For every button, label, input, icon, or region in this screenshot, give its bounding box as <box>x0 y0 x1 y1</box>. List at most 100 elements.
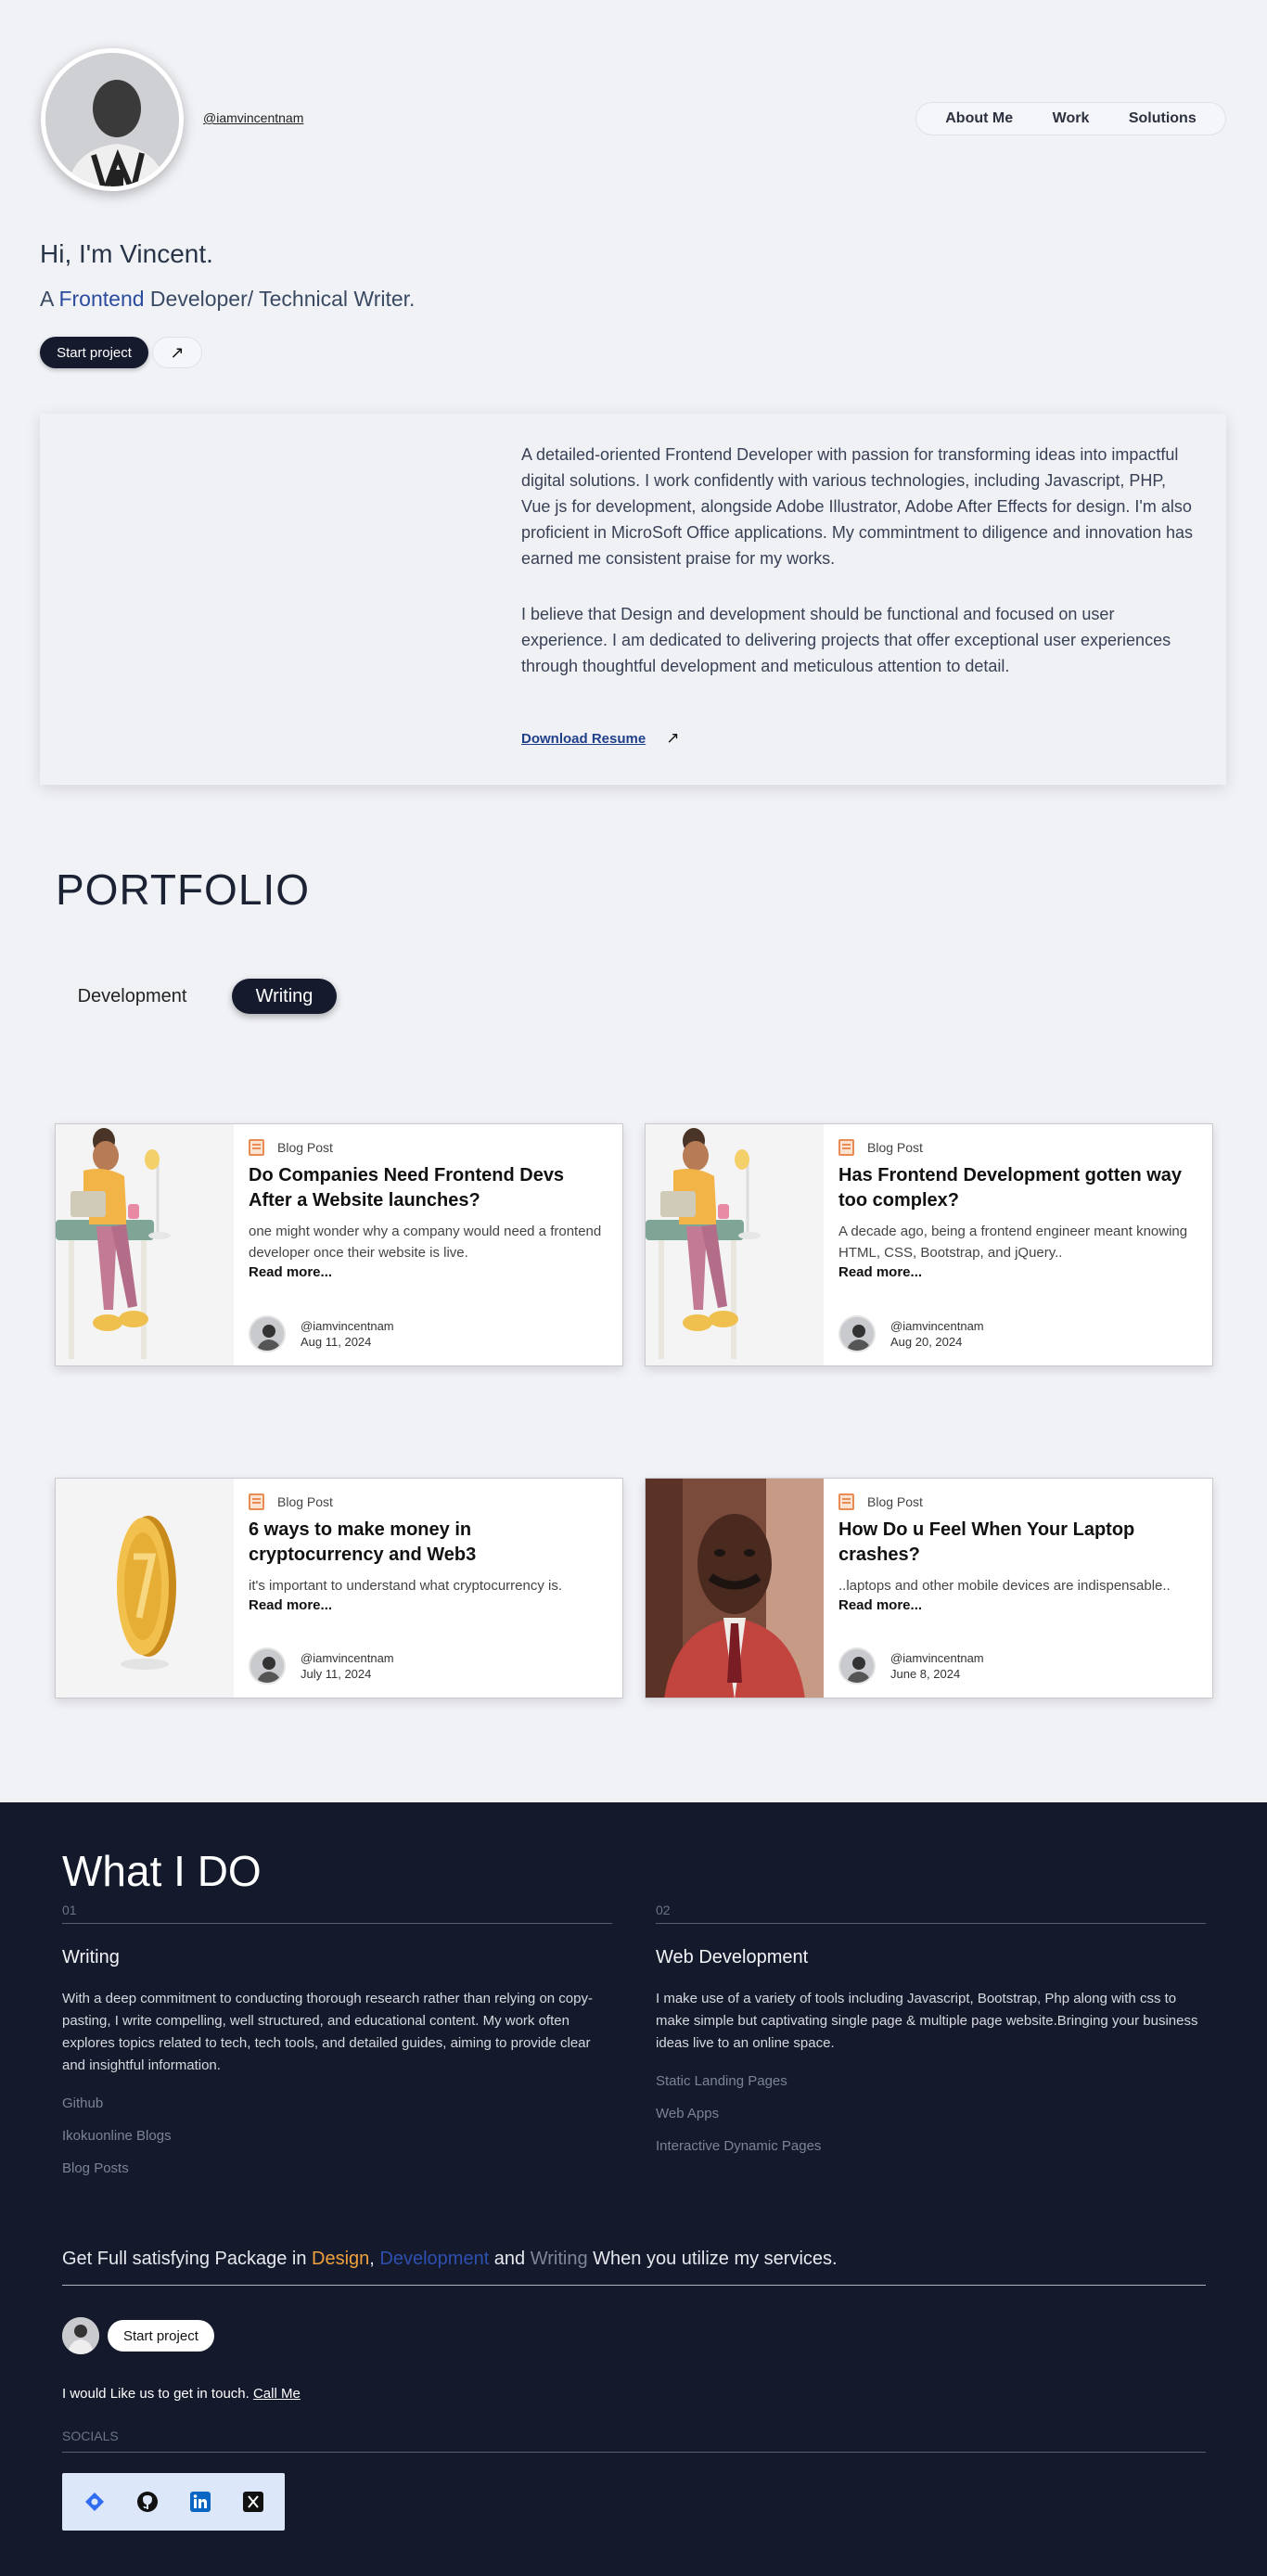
gold-coin-image <box>56 1479 234 1698</box>
post-type-badge: Blog Post <box>249 1139 609 1156</box>
author-avatar <box>249 1647 286 1685</box>
read-more-link[interactable]: Read more... <box>838 1597 1199 1613</box>
package-suffix: When you utilize my services. <box>587 2249 838 2269</box>
service-link-blog-posts[interactable]: Blog Posts <box>62 2160 612 2176</box>
post-author: @iamvincentnam Aug 11, 2024 <box>249 1315 394 1352</box>
post-author: @iamvincentnam June 8, 2024 <box>838 1647 984 1685</box>
blog-card-body: Blog Post Has Frontend Development gotte… <box>838 1139 1199 1280</box>
service-link-web-apps[interactable]: Web Apps <box>656 2106 1206 2121</box>
hero-subtitle: A Frontend Developer/ Technical Writer. <box>40 287 415 312</box>
post-date: June 8, 2024 <box>890 1667 961 1681</box>
profile-handle-link[interactable]: @iamvincentnam <box>203 110 303 125</box>
service-column-web-development: 02 Web Development I make use of a varie… <box>656 1903 1206 2171</box>
author-avatar <box>838 1315 876 1352</box>
document-icon <box>249 1139 264 1156</box>
post-excerpt: A decade ago, being a frontend engineer … <box>838 1224 1188 1261</box>
desk-character-image <box>646 1124 824 1365</box>
author-name: @iamvincentnam <box>301 1319 394 1333</box>
nav-solutions[interactable]: Solutions <box>1129 110 1197 127</box>
blog-card[interactable]: Blog Post Do Companies Need Frontend Dev… <box>55 1123 623 1366</box>
hero-subtitle-prefix: A <box>40 287 59 311</box>
socials-bar <box>62 2473 285 2531</box>
package-and: and <box>489 2249 531 2269</box>
service-title: Web Development <box>656 1947 809 1967</box>
package-statement: Get Full satisfying Package in Design, D… <box>62 2249 1206 2286</box>
post-title[interactable]: 6 ways to make money in cryptocurrency a… <box>249 1518 609 1568</box>
start-project-button[interactable]: Start project <box>40 337 148 368</box>
hero-greeting: Hi, I'm Vincent. <box>40 239 213 268</box>
author-name: @iamvincentnam <box>301 1651 394 1665</box>
service-link-static-landing-pages[interactable]: Static Landing Pages <box>656 2073 1206 2089</box>
arrow-up-right-icon: ↗ <box>170 342 185 362</box>
about-card: A detailed-oriented Frontend Developer w… <box>40 414 1226 785</box>
package-prefix: Get Full satisfying Package in <box>62 2249 313 2269</box>
post-date: July 11, 2024 <box>301 1667 372 1681</box>
service-link-ikokuonline-blogs[interactable]: Ikokuonline Blogs <box>62 2128 612 2144</box>
linkedin-icon[interactable] <box>189 2491 211 2513</box>
socials-label: SOCIALS <box>62 2429 1206 2453</box>
post-type-label: Blog Post <box>277 1494 333 1509</box>
contact-avatar <box>62 2317 99 2354</box>
author-name: @iamvincentnam <box>890 1651 984 1665</box>
package-design: Design <box>312 2249 370 2269</box>
main-nav: About Me Work Solutions <box>915 102 1226 135</box>
post-title[interactable]: How Do u Feel When Your Laptop crashes? <box>838 1518 1199 1568</box>
portfolio-title: PORTFOLIO <box>56 865 310 914</box>
post-date: Aug 11, 2024 <box>301 1335 372 1349</box>
get-in-touch-prefix: I would Like us to get in touch. <box>62 2386 253 2402</box>
post-type-badge: Blog Post <box>838 1139 1199 1156</box>
read-more-link[interactable]: Read more... <box>249 1597 609 1613</box>
tab-development[interactable]: Development <box>56 979 209 1014</box>
about-paragraph-2: I believe that Design and development sh… <box>521 605 1171 675</box>
author-name: @iamvincentnam <box>890 1319 984 1333</box>
about-text: A detailed-oriented Frontend Developer w… <box>521 442 1198 709</box>
post-type-badge: Blog Post <box>249 1493 609 1510</box>
post-title[interactable]: Do Companies Need Frontend Devs After a … <box>249 1163 609 1213</box>
website-icon[interactable] <box>83 2491 106 2513</box>
post-type-label: Blog Post <box>277 1140 333 1155</box>
arrow-up-right-button[interactable]: ↗ <box>152 337 202 368</box>
read-more-link[interactable]: Read more... <box>838 1264 1199 1280</box>
author-meta: @iamvincentnam Aug 11, 2024 <box>301 1318 394 1350</box>
blog-card[interactable]: Blog Post How Do u Feel When Your Laptop… <box>645 1478 1213 1698</box>
service-link-github[interactable]: Github <box>62 2095 612 2111</box>
nav-about-me[interactable]: About Me <box>945 110 1013 127</box>
start-project-button[interactable]: Start project <box>108 2320 214 2352</box>
download-resume-link[interactable]: Download Resume <box>521 731 646 747</box>
what-i-do-title: What I DO <box>62 1847 262 1895</box>
blog-card-body: Blog Post 6 ways to make money in crypto… <box>249 1493 609 1613</box>
document-icon <box>249 1493 264 1510</box>
hero-subtitle-accent: Frontend <box>58 287 145 311</box>
post-author: @iamvincentnam Aug 20, 2024 <box>838 1315 984 1352</box>
author-meta: @iamvincentnam Aug 20, 2024 <box>890 1318 984 1350</box>
service-column-writing: 01 Writing With a deep commitment to con… <box>62 1903 612 2193</box>
nav-work[interactable]: Work <box>1053 110 1090 127</box>
about-paragraph-1: A detailed-oriented Frontend Developer w… <box>521 445 1194 568</box>
author-meta: @iamvincentnam June 8, 2024 <box>890 1650 984 1682</box>
call-me-link[interactable]: Call Me <box>253 2386 301 2402</box>
post-type-label: Blog Post <box>867 1494 923 1509</box>
post-type-label: Blog Post <box>867 1140 923 1155</box>
read-more-link[interactable]: Read more... <box>249 1264 609 1280</box>
contact-row: Start project <box>62 2317 214 2354</box>
x-icon[interactable] <box>242 2491 264 2513</box>
document-icon <box>838 1139 854 1156</box>
document-icon <box>838 1493 854 1510</box>
service-link-interactive-dynamic-pages[interactable]: Interactive Dynamic Pages <box>656 2138 1206 2154</box>
post-date: Aug 20, 2024 <box>890 1335 963 1349</box>
post-title[interactable]: Has Frontend Development gotten way too … <box>838 1163 1199 1213</box>
package-development: Development <box>379 2249 490 2269</box>
author-avatar <box>838 1647 876 1685</box>
tab-writing[interactable]: Writing <box>232 979 337 1014</box>
package-comma: , <box>369 2249 380 2269</box>
post-excerpt: it's important to understand what crypto… <box>249 1578 563 1594</box>
service-description: With a deep commitment to conducting tho… <box>62 1991 593 2073</box>
blog-card[interactable]: Blog Post 6 ways to make money in crypto… <box>55 1478 623 1698</box>
blog-card[interactable]: Blog Post Has Frontend Development gotte… <box>645 1123 1213 1366</box>
get-in-touch-text: I would Like us to get in touch. Call Me <box>62 2386 301 2402</box>
arrow-up-right-icon[interactable]: ↗ <box>666 729 679 748</box>
service-title: Writing <box>62 1947 120 1967</box>
package-writing: Writing <box>530 2249 588 2269</box>
github-icon[interactable] <box>136 2491 159 2513</box>
desk-character-image <box>56 1124 234 1365</box>
